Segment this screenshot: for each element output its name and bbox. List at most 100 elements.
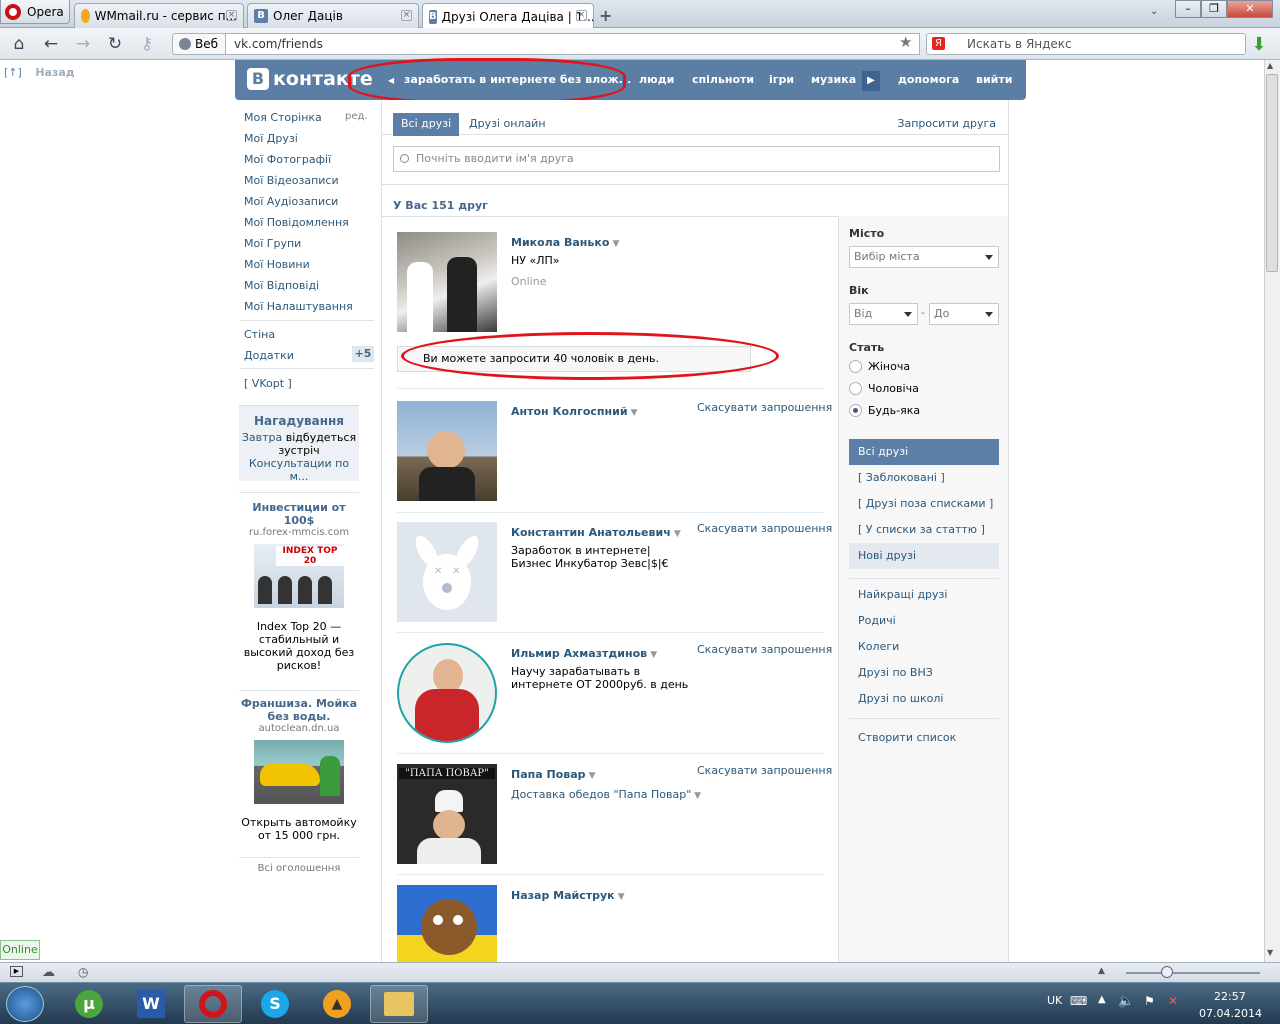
utorrent-taskbar-icon[interactable]: µ bbox=[60, 985, 118, 1023]
close-window-button[interactable]: ✕ bbox=[1227, 0, 1273, 18]
word-taskbar-icon[interactable]: W bbox=[122, 985, 180, 1023]
age-from-select[interactable]: Від bbox=[849, 303, 918, 325]
menu-my-settings[interactable]: Мої Налаштування bbox=[244, 300, 353, 313]
ad-autoclean[interactable]: Франшиза. Мойка без воды. autoclean.dn.u… bbox=[239, 697, 359, 842]
tab-oleg[interactable]: В Олег Даців × bbox=[247, 3, 419, 28]
yandex-icon[interactable]: Я bbox=[932, 37, 945, 50]
category-colleagues[interactable]: Колеги bbox=[849, 634, 999, 660]
menu-my-answers[interactable]: Мої Відповіді bbox=[244, 279, 319, 292]
network-icon[interactable]: ✕ bbox=[1168, 994, 1178, 1008]
nav-music[interactable]: музика bbox=[811, 73, 856, 86]
apps-count-badge[interactable]: +5 bbox=[352, 346, 374, 362]
tab-close-icon[interactable]: × bbox=[226, 10, 237, 21]
list-unlisted[interactable]: [ Друзі поза списками ] bbox=[849, 491, 999, 517]
friend-photo[interactable]: "ПАПА ПОВАР" bbox=[397, 764, 497, 864]
menu-my-news[interactable]: Мої Новини bbox=[244, 258, 310, 271]
zoom-slider-track[interactable] bbox=[1126, 972, 1260, 974]
ad-forex[interactable]: Инвестиции от 100$ ru.forex-mmcis.com IN… bbox=[239, 501, 359, 672]
minimize-button[interactable]: – bbox=[1175, 0, 1201, 18]
panel-toggle-icon[interactable]: ▶ bbox=[10, 966, 23, 977]
menu-my-photos[interactable]: Мої Фотографії bbox=[244, 153, 331, 166]
reminder-link[interactable]: Завтра bbox=[242, 431, 282, 444]
category-university[interactable]: Друзі по ВНЗ bbox=[849, 660, 999, 686]
home-icon[interactable]: ⌂ bbox=[8, 34, 30, 54]
speed-dial-icon[interactable]: ◷ bbox=[78, 965, 88, 979]
friend-search-input[interactable]: Почніть вводити ім'я друга bbox=[393, 146, 1000, 172]
friend-photo-placeholder[interactable]: ✕ ✕ bbox=[397, 522, 497, 622]
list-by-gender[interactable]: [ У списки за статтю ] bbox=[849, 517, 999, 543]
age-to-select[interactable]: До bbox=[929, 303, 999, 325]
nav-help[interactable]: допомога bbox=[898, 73, 959, 86]
download-arrow-icon[interactable]: ⬇ bbox=[1250, 34, 1268, 55]
forward-arrow-icon[interactable]: → bbox=[72, 34, 94, 54]
opera-taskbar-icon[interactable] bbox=[184, 985, 242, 1023]
nav-games[interactable]: ігри bbox=[769, 73, 794, 86]
gender-radio-male[interactable]: Чоловіча bbox=[849, 382, 919, 395]
action-center-icon[interactable]: ⚑ bbox=[1144, 994, 1155, 1008]
list-all-friends[interactable]: Всі друзі bbox=[849, 439, 999, 465]
explorer-taskbar-icon[interactable] bbox=[370, 985, 428, 1023]
restore-button[interactable]: ❐ bbox=[1201, 0, 1227, 18]
cancel-invite-link[interactable]: Скасувати запрошення bbox=[697, 401, 832, 414]
opera-menu-button[interactable]: Opera bbox=[0, 0, 70, 24]
new-tab-icon[interactable]: + bbox=[599, 6, 612, 25]
cancel-invite-link[interactable]: Скасувати запрошення bbox=[697, 643, 832, 656]
menu-wall[interactable]: Стіна bbox=[244, 328, 275, 341]
nav-people[interactable]: люди bbox=[639, 73, 674, 86]
list-new-friends[interactable]: Нові друзі bbox=[849, 543, 999, 569]
category-best-friends[interactable]: Найкращі друзі bbox=[849, 582, 999, 608]
clock-time[interactable]: 22:57 bbox=[1214, 990, 1246, 1003]
scrollbar-thumb[interactable] bbox=[1266, 74, 1278, 272]
tab-all-friends[interactable]: Всі друзі bbox=[393, 113, 460, 136]
nav-more-arrow-icon[interactable]: ▶ bbox=[862, 71, 880, 91]
friend-name[interactable]: Папа Повар ▼ bbox=[511, 768, 596, 781]
friend-name[interactable]: Назар Майструк ▼ bbox=[511, 889, 625, 902]
tab-close-icon[interactable]: × bbox=[576, 10, 587, 21]
friend-photo[interactable] bbox=[397, 232, 497, 332]
edit-link[interactable]: ред. bbox=[345, 111, 368, 122]
key-icon[interactable]: ⚷ bbox=[136, 34, 158, 54]
scroll-up-arrow-icon[interactable]: ▲ bbox=[1267, 61, 1273, 70]
radio-button[interactable] bbox=[849, 360, 862, 373]
skype-taskbar-icon[interactable]: S bbox=[246, 985, 304, 1023]
category-school[interactable]: Друзі по школі bbox=[849, 686, 999, 712]
cancel-invite-link[interactable]: Скасувати запрошення bbox=[697, 764, 832, 777]
tab-close-icon[interactable]: × bbox=[401, 10, 412, 21]
menu-my-audio[interactable]: Мої Аудіозаписи bbox=[244, 195, 338, 208]
tab-online-friends[interactable]: Друзі онлайн bbox=[469, 117, 546, 130]
aimp-taskbar-icon[interactable]: ▲ bbox=[308, 985, 366, 1023]
zoom-up-arrow-icon[interactable]: ▲ bbox=[1098, 966, 1105, 976]
tab-friends-active[interactable]: В Друзі Олега Даціва | 1... × bbox=[422, 3, 594, 29]
friend-name[interactable]: Константин Анатольевич ▼ bbox=[511, 526, 681, 539]
friend-name[interactable]: Антон Колгоспний ▼ bbox=[511, 405, 638, 418]
radio-button-selected[interactable] bbox=[849, 404, 862, 417]
menu-apps[interactable]: Додатки bbox=[244, 349, 294, 362]
tray-expand-arrow-icon[interactable]: ▲ bbox=[1098, 994, 1106, 1005]
cloud-icon[interactable]: ☁ bbox=[42, 965, 55, 980]
start-button-icon[interactable] bbox=[6, 986, 44, 1022]
menu-my-messages[interactable]: Мої Повідомлення bbox=[244, 216, 349, 229]
search-field[interactable]: Искать в Яндекс bbox=[926, 33, 1246, 55]
back-link[interactable]: [↑] Назад bbox=[4, 66, 75, 79]
friend-name[interactable]: Ильмир Ахмазтдинов ▼ bbox=[511, 647, 657, 660]
language-indicator[interactable]: UK bbox=[1047, 994, 1062, 1007]
gender-radio-female[interactable]: Жіноча bbox=[849, 360, 910, 373]
list-blocked[interactable]: [ Заблоковані ] bbox=[849, 465, 999, 491]
address-field[interactable]: vk.com/friends bbox=[226, 33, 920, 55]
friend-photo[interactable] bbox=[397, 643, 497, 743]
all-ads-link[interactable]: Всі оголошення bbox=[239, 863, 359, 874]
tab-list-chevron-icon[interactable]: ⌄ bbox=[1150, 6, 1158, 17]
friend-status[interactable]: Доставка обедов "Папа Повар" ▼ bbox=[511, 788, 731, 803]
menu-vkopt[interactable]: [ VKopt ] bbox=[244, 377, 292, 390]
friend-photo[interactable] bbox=[397, 401, 497, 501]
menu-my-videos[interactable]: Мої Відеозаписи bbox=[244, 174, 339, 187]
reload-icon[interactable]: ↻ bbox=[104, 34, 126, 54]
volume-icon[interactable]: 🔈 bbox=[1118, 994, 1134, 1009]
tab-wmmail[interactable]: WMmail.ru - сервис п... × bbox=[74, 3, 244, 28]
nav-communities[interactable]: спільноти bbox=[692, 73, 754, 86]
gender-radio-any[interactable]: Будь-яка bbox=[849, 404, 920, 417]
keyboard-icon[interactable]: ⌨ bbox=[1070, 994, 1087, 1008]
friend-photo[interactable] bbox=[397, 885, 497, 962]
zoom-slider-knob[interactable] bbox=[1161, 966, 1173, 978]
back-arrow-icon[interactable]: ← bbox=[40, 34, 62, 54]
